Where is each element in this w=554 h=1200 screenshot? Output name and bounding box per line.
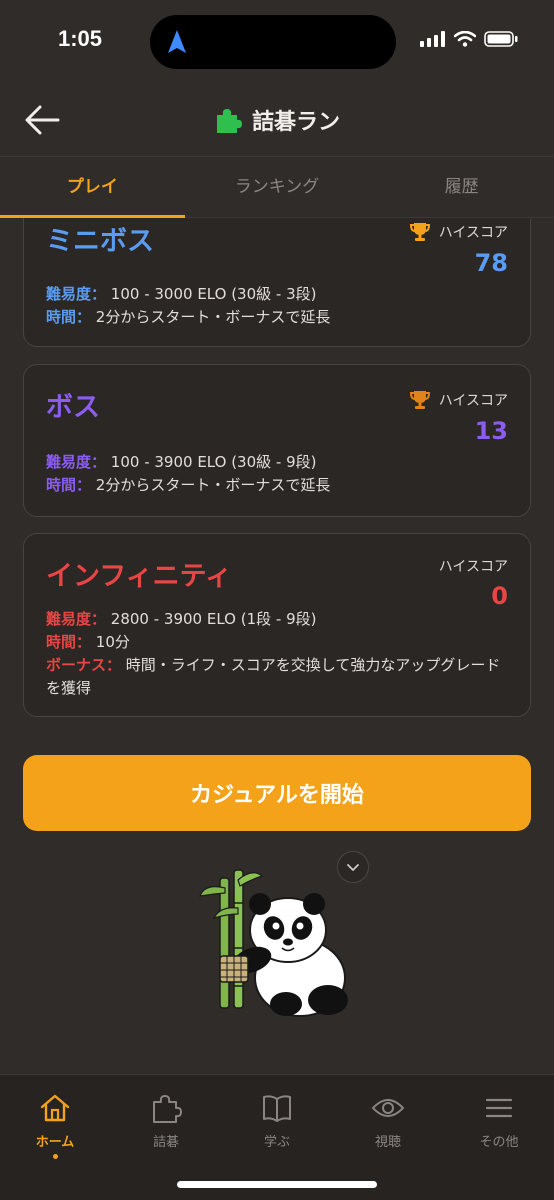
dynamic-island bbox=[150, 15, 396, 69]
difficulty-value: 100 - 3900 ELO (30級 - 9段) bbox=[110, 453, 317, 471]
play-content[interactable]: ミニボス ハイスコア 78 難易度： 100 - 3000 ELO (30級 -… bbox=[0, 218, 554, 1074]
mode-info: 難易度： 2800 - 3900 ELO (1段 - 9段) 時間： 10分 ボ… bbox=[46, 608, 508, 700]
nav-tsumego[interactable]: 詰碁 bbox=[111, 1091, 221, 1150]
book-icon bbox=[263, 1095, 291, 1122]
battery-icon bbox=[484, 31, 518, 47]
home-indicator bbox=[177, 1181, 377, 1188]
difficulty-label: 難易度： bbox=[46, 453, 107, 471]
tab-play[interactable]: プレイ bbox=[0, 157, 185, 218]
difficulty-value: 2800 - 3900 ELO (1段 - 9段) bbox=[110, 610, 317, 628]
difficulty-label: 難易度： bbox=[46, 610, 107, 628]
mode-card-boss[interactable]: ボス ハイスコア 13 難易度： 100 - 3900 ELO (30級 - 9… bbox=[23, 364, 531, 517]
nav-watch[interactable]: 視聴 bbox=[333, 1091, 443, 1150]
header: 詰碁ラン bbox=[0, 88, 554, 154]
mode-title: ミニボス bbox=[46, 226, 154, 257]
puzzle-piece-icon bbox=[216, 109, 242, 133]
mode-card-miniboss[interactable]: ミニボス ハイスコア 78 難易度： 100 - 3000 ELO (30級 -… bbox=[23, 218, 531, 347]
signal-icon bbox=[420, 31, 445, 47]
time-label: 時間： bbox=[46, 308, 92, 326]
highscore-value: 78 bbox=[474, 249, 508, 277]
panda-mascot-illustration bbox=[199, 869, 348, 1017]
highscore-label: ハイスコア bbox=[438, 393, 508, 409]
nav-label: 学ぶ bbox=[263, 1135, 290, 1150]
trophy-icon bbox=[409, 223, 430, 241]
mode-title: ボス bbox=[46, 392, 100, 423]
mode-info: 難易度： 100 - 3900 ELO (30級 - 9段) 時間： 2分からス… bbox=[46, 451, 508, 497]
location-arrow-icon bbox=[168, 30, 186, 53]
trophy-icon bbox=[409, 391, 430, 409]
highscore-value: 0 bbox=[491, 582, 508, 610]
eye-icon bbox=[371, 1099, 405, 1117]
nav-more[interactable]: その他 bbox=[444, 1091, 554, 1150]
tab-bar: プレイ ランキング 履歴 bbox=[0, 156, 554, 218]
nav-label: 詰碁 bbox=[152, 1135, 179, 1150]
time-label: 時間： bbox=[46, 633, 92, 651]
menu-icon bbox=[485, 1098, 513, 1118]
difficulty-label: 難易度： bbox=[46, 285, 107, 303]
bonus-label: ボーナス： bbox=[46, 656, 122, 674]
mode-info: 難易度： 100 - 3000 ELO (30級 - 3段) 時間： 2分からス… bbox=[46, 283, 508, 329]
highscore-block: ハイスコア 78 bbox=[409, 221, 508, 277]
active-indicator-dot bbox=[52, 1154, 58, 1159]
nav-label: 視聴 bbox=[374, 1135, 401, 1150]
bottom-nav: ホーム 詰碁 学ぶ 視聴 その他 bbox=[0, 1074, 554, 1200]
page-title: 詰碁ラン bbox=[251, 110, 340, 135]
time-label: 時間： bbox=[46, 476, 92, 494]
header-title-group: 詰碁ラン bbox=[0, 104, 554, 136]
highscore-block: ハイスコア 0 bbox=[439, 556, 508, 610]
wifi-icon bbox=[454, 31, 476, 47]
status-time: 1:05 bbox=[58, 26, 103, 51]
nav-label: その他 bbox=[479, 1135, 519, 1150]
highscore-label: ハイスコア bbox=[438, 559, 508, 575]
nav-label: ホーム bbox=[35, 1135, 75, 1150]
tab-history[interactable]: 履歴 bbox=[369, 157, 554, 217]
nav-home[interactable]: ホーム bbox=[0, 1091, 110, 1159]
highscore-value: 13 bbox=[474, 417, 508, 445]
status-bar: 1:05 bbox=[0, 0, 554, 80]
difficulty-value: 100 - 3000 ELO (30級 - 3段) bbox=[110, 285, 317, 303]
time-value: 10分 bbox=[95, 633, 130, 651]
highscore-label: ハイスコア bbox=[438, 225, 508, 241]
status-icons bbox=[420, 31, 518, 47]
start-casual-button[interactable]: カジュアルを開始 bbox=[23, 755, 531, 831]
mode-title: インフィニティ bbox=[46, 561, 233, 592]
nav-learn[interactable]: 学ぶ bbox=[222, 1091, 332, 1150]
home-icon bbox=[40, 1094, 70, 1122]
time-value: 2分からスタート・ボーナスで延長 bbox=[95, 476, 331, 494]
puzzle-icon bbox=[153, 1095, 182, 1123]
time-value: 2分からスタート・ボーナスで延長 bbox=[95, 308, 331, 326]
highscore-block: ハイスコア 13 bbox=[409, 389, 508, 445]
mode-card-infinity[interactable]: インフィニティ ハイスコア 0 難易度： 2800 - 3900 ELO (1段… bbox=[23, 533, 531, 717]
tab-ranking[interactable]: ランキング bbox=[185, 157, 370, 217]
